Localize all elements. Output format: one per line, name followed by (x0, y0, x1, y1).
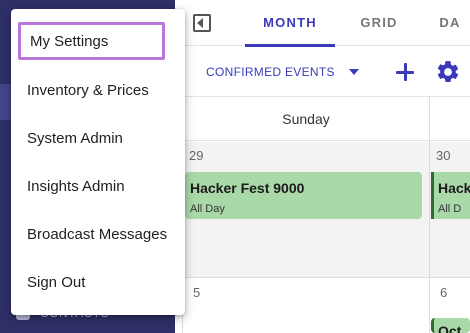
tab-month[interactable]: MONTH (258, 0, 322, 46)
menu-item-my-settings[interactable]: My Settings (18, 22, 165, 60)
event-filter-select[interactable]: CONFIRMED EVENTS (206, 47, 335, 97)
date-number: 30 (436, 148, 451, 163)
event-title: Oct (438, 323, 462, 333)
gear-icon[interactable] (435, 59, 461, 85)
view-tabs: MONTH GRID DA (175, 0, 470, 47)
tab-grid[interactable]: GRID (359, 0, 399, 46)
menu-item-inventory-prices[interactable]: Inventory & Prices (11, 67, 185, 115)
menu-item-insights-admin[interactable]: Insights Admin (11, 163, 185, 211)
menu-item-sign-out[interactable]: Sign Out (11, 259, 185, 307)
calendar-event[interactable]: Hacker Fest 9000 All Day (185, 172, 422, 219)
event-time: All D (438, 203, 462, 215)
calendar-toolbar: CONFIRMED EVENTS (175, 47, 470, 97)
chevron-down-icon[interactable] (349, 69, 359, 75)
add-event-icon[interactable] (394, 61, 416, 83)
tab-day[interactable]: DA (428, 0, 470, 46)
user-menu: My Settings Inventory & Prices System Ad… (11, 9, 185, 315)
collapse-sidebar-icon[interactable] (193, 14, 211, 32)
calendar-panel: MONTH GRID DA CONFIRMED EVENTS Sunday 29… (175, 0, 470, 333)
weekday-header: Sunday (183, 97, 470, 141)
event-title: Hack (438, 180, 470, 196)
menu-item-broadcast-messages[interactable]: Broadcast Messages (11, 211, 185, 259)
event-title: Hacker Fest 9000 (190, 180, 305, 196)
event-time: All Day (190, 203, 225, 215)
date-number: 29 (189, 148, 204, 163)
date-number: 6 (440, 285, 448, 300)
menu-item-system-admin[interactable]: System Admin (11, 115, 185, 163)
calendar-event[interactable]: Hack All D (431, 172, 470, 219)
date-number: 5 (193, 285, 201, 300)
weekday-label: Sunday (282, 111, 330, 127)
calendar-event[interactable]: Oct (431, 318, 470, 333)
day-cell[interactable] (183, 278, 429, 333)
